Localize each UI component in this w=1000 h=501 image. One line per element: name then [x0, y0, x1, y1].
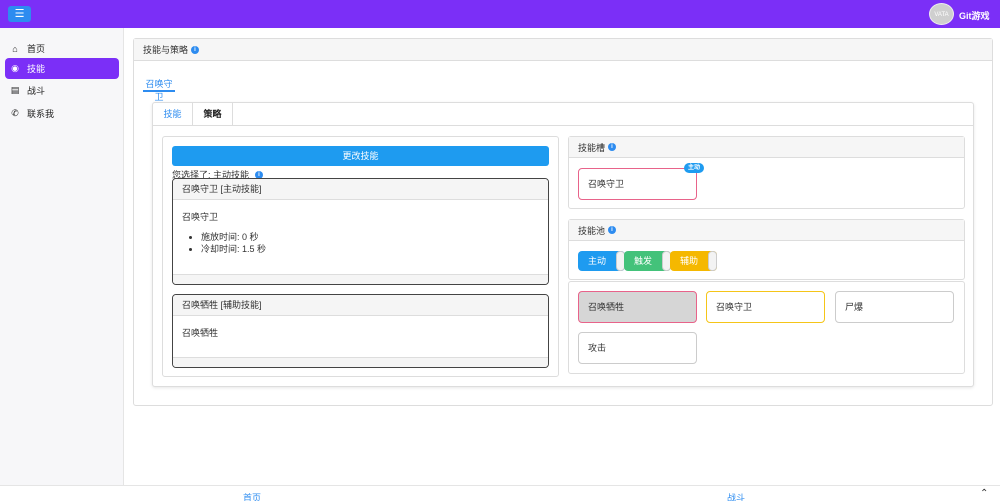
bolt-icon: ◉ — [11, 63, 19, 73]
info-icon[interactable]: i — [191, 45, 200, 54]
skill-detail-card: 召唤守卫 [主动技能] 召唤守卫 施放时间: 0 秒 冷却时间: 1.5 秒 — [172, 178, 549, 285]
sidebar-item-skills[interactable]: ◉ 技能 — [5, 58, 119, 79]
skill-slot[interactable]: 召唤守卫 — [578, 168, 697, 200]
sidebar-item-label: 战斗 — [27, 86, 46, 96]
menu-toggle-button[interactable]: ☰ — [8, 6, 31, 22]
change-skill-button[interactable]: 更改技能 — [172, 146, 549, 166]
tab-summon-guard[interactable]: 召唤守卫 — [143, 76, 175, 102]
tab-skills[interactable]: 技能 — [153, 103, 193, 126]
toggle-active[interactable]: 主动 — [578, 251, 625, 271]
cooldown-time: 冷却时间: 1.5 秒 — [201, 243, 539, 255]
panel-title: 技能池 — [578, 225, 606, 236]
panel-header: 技能槽 i — [569, 137, 964, 158]
skill-card-header: 召唤守卫 [主动技能] — [173, 179, 548, 200]
sidebar-item-label: 首页 — [27, 44, 46, 54]
skill-name: 召唤牺牲 — [182, 328, 219, 338]
skill-name: 召唤守卫 — [182, 212, 219, 222]
pool-skill-card[interactable]: 召唤守卫 — [706, 291, 825, 323]
skill-card-header: 召唤牺牲 [辅助技能] — [173, 295, 548, 316]
chevron-up-icon[interactable]: ⌃ — [980, 488, 988, 499]
bottom-nav-battle[interactable]: 战斗 — [727, 491, 745, 501]
pool-skill-card[interactable]: 召唤牺牲 — [578, 291, 697, 323]
hamburger-icon: ☰ — [14, 8, 25, 20]
brand-name[interactable]: Git游戏 — [959, 9, 990, 22]
active-badge: 主动 — [684, 163, 704, 173]
top-navbar: ☰ VATA Git游戏 — [0, 0, 1000, 28]
sidebar-item-label: 技能 — [27, 64, 46, 74]
info-icon[interactable]: i — [608, 226, 617, 234]
sidebar-item-label: 联系我 — [27, 109, 55, 119]
bottom-nav-home[interactable]: 首页 — [243, 491, 261, 501]
avatar[interactable]: VATA — [929, 3, 954, 25]
sidebar: ⌂ 首页 ◉ 技能 ▤ 战斗 ✆ 联系我 — [0, 28, 124, 485]
toggle-knob[interactable] — [708, 251, 717, 271]
inner-tab-bar: 技能 策略 — [153, 103, 973, 126]
map-icon: ▤ — [10, 85, 20, 95]
card-header: 技能与策略 i — [134, 39, 992, 61]
home-icon: ⌂ — [12, 43, 18, 54]
phone-icon: ✆ — [11, 108, 19, 118]
info-icon[interactable]: i — [608, 143, 617, 151]
sidebar-item-contact[interactable]: ✆ 联系我 — [5, 103, 119, 124]
toggle-trigger[interactable]: 触发 — [624, 251, 671, 271]
pool-skill-card[interactable]: 攻击 — [578, 332, 697, 364]
panel-title: 技能槽 — [578, 142, 606, 153]
skill-card-footer — [173, 357, 548, 367]
tab-strategy[interactable]: 策略 — [193, 103, 233, 126]
sidebar-item-home[interactable]: ⌂ 首页 — [5, 38, 119, 59]
skill-card-footer — [173, 274, 548, 284]
skill-details: 施放时间: 0 秒 冷却时间: 1.5 秒 — [201, 231, 539, 255]
toggle-support[interactable]: 辅助 — [670, 251, 717, 271]
panel-header: 技能池 i — [569, 220, 964, 241]
cast-time: 施放时间: 0 秒 — [201, 231, 539, 243]
bottom-nav: 首页 战斗 ⌃ — [0, 485, 1000, 501]
page-title: 技能与策略 — [143, 45, 189, 55]
pool-skill-card[interactable]: 尸爆 — [835, 291, 954, 323]
sidebar-item-battle[interactable]: ▤ 战斗 — [5, 80, 119, 101]
skill-detail-card: 召唤牺牲 [辅助技能] 召唤牺牲 — [172, 294, 549, 368]
